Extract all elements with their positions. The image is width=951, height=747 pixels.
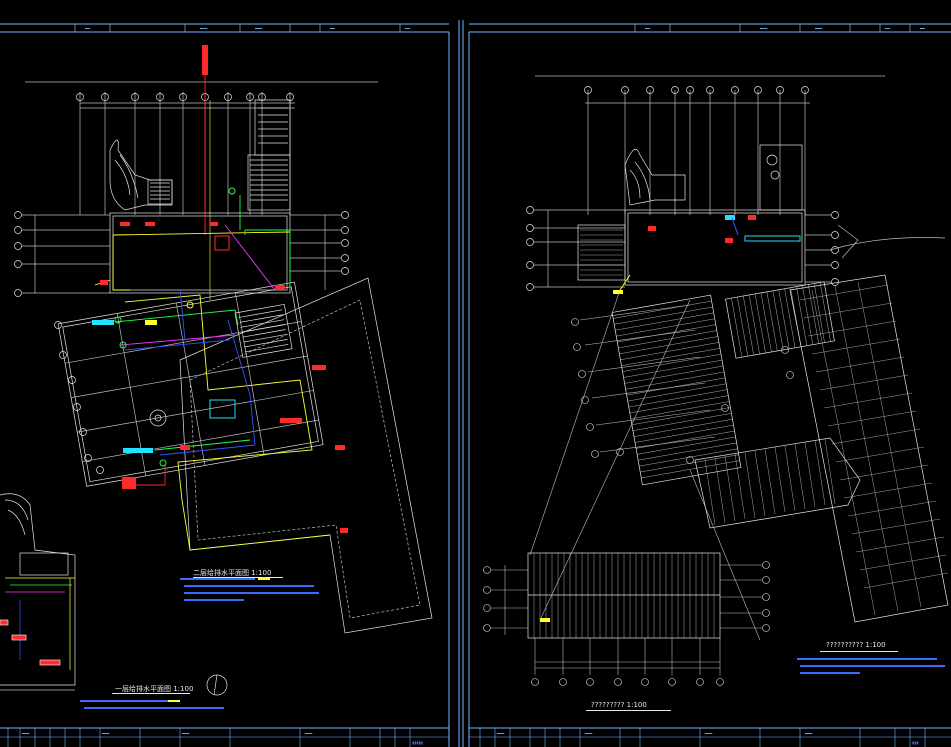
svg-text:══: ══ <box>884 26 890 31</box>
drawing-title-right-lower: ????????? 1:100 <box>591 701 647 709</box>
svg-text:═══: ═══ <box>101 731 110 736</box>
svg-text:═══: ═══ <box>584 731 593 736</box>
roof-hatching <box>527 229 949 639</box>
svg-text:═══: ═══ <box>181 731 190 736</box>
svg-text:══: ══ <box>919 26 925 31</box>
drawing-title-left-lower: 一层给排水平面图 1:100 <box>115 685 194 693</box>
cad-drawing-canvas: ══ ═══ ═══ ══ ══ ══ ═══ ═══ ══ ══ ═══ ═══ ═══ ══… <box>0 20 951 747</box>
partial-plan-left <box>0 493 76 691</box>
drawing-title-left-upper: 二层给排水平面图 1:100 <box>193 569 272 577</box>
right-markers <box>540 215 801 622</box>
header-labels: ══ ═══ ═══ ══ ══ ══ ═══ ═══ ══ ══ <box>84 26 925 31</box>
left-title-underlines <box>112 577 283 694</box>
svg-text:══: ══ <box>84 26 90 31</box>
svg-text:══: ══ <box>329 26 335 31</box>
right-grid <box>483 289 794 686</box>
drawing-title-right-upper: ?????????? 1:100 <box>826 641 886 649</box>
svg-text:▮▮▮▮▮: ▮▮▮▮▮ <box>412 740 423 745</box>
svg-text:▮▮▮: ▮▮▮ <box>912 740 919 745</box>
north-arrow-icon <box>206 674 228 696</box>
svg-text:═══: ═══ <box>254 26 263 31</box>
svg-text:═══: ═══ <box>496 731 505 736</box>
title-block-text: ═══ ═══ ═══ ═══ ▮▮▮▮▮ ═══ ═══ ═══ ═══ ▮▮▮ <box>21 731 919 745</box>
svg-text:══: ══ <box>404 26 410 31</box>
svg-text:═══: ═══ <box>804 731 813 736</box>
svg-text:═══: ═══ <box>21 731 30 736</box>
left-sheet-frame <box>0 31 450 747</box>
svg-text:═══: ═══ <box>704 731 713 736</box>
right-notes <box>797 658 945 674</box>
svg-text:═══: ═══ <box>759 26 768 31</box>
left-markers <box>92 45 348 533</box>
right-plan <box>526 75 946 291</box>
svg-text:══: ══ <box>644 26 650 31</box>
svg-text:═══: ═══ <box>304 731 313 736</box>
svg-text:═══: ═══ <box>199 26 208 31</box>
svg-text:═══: ═══ <box>814 26 823 31</box>
